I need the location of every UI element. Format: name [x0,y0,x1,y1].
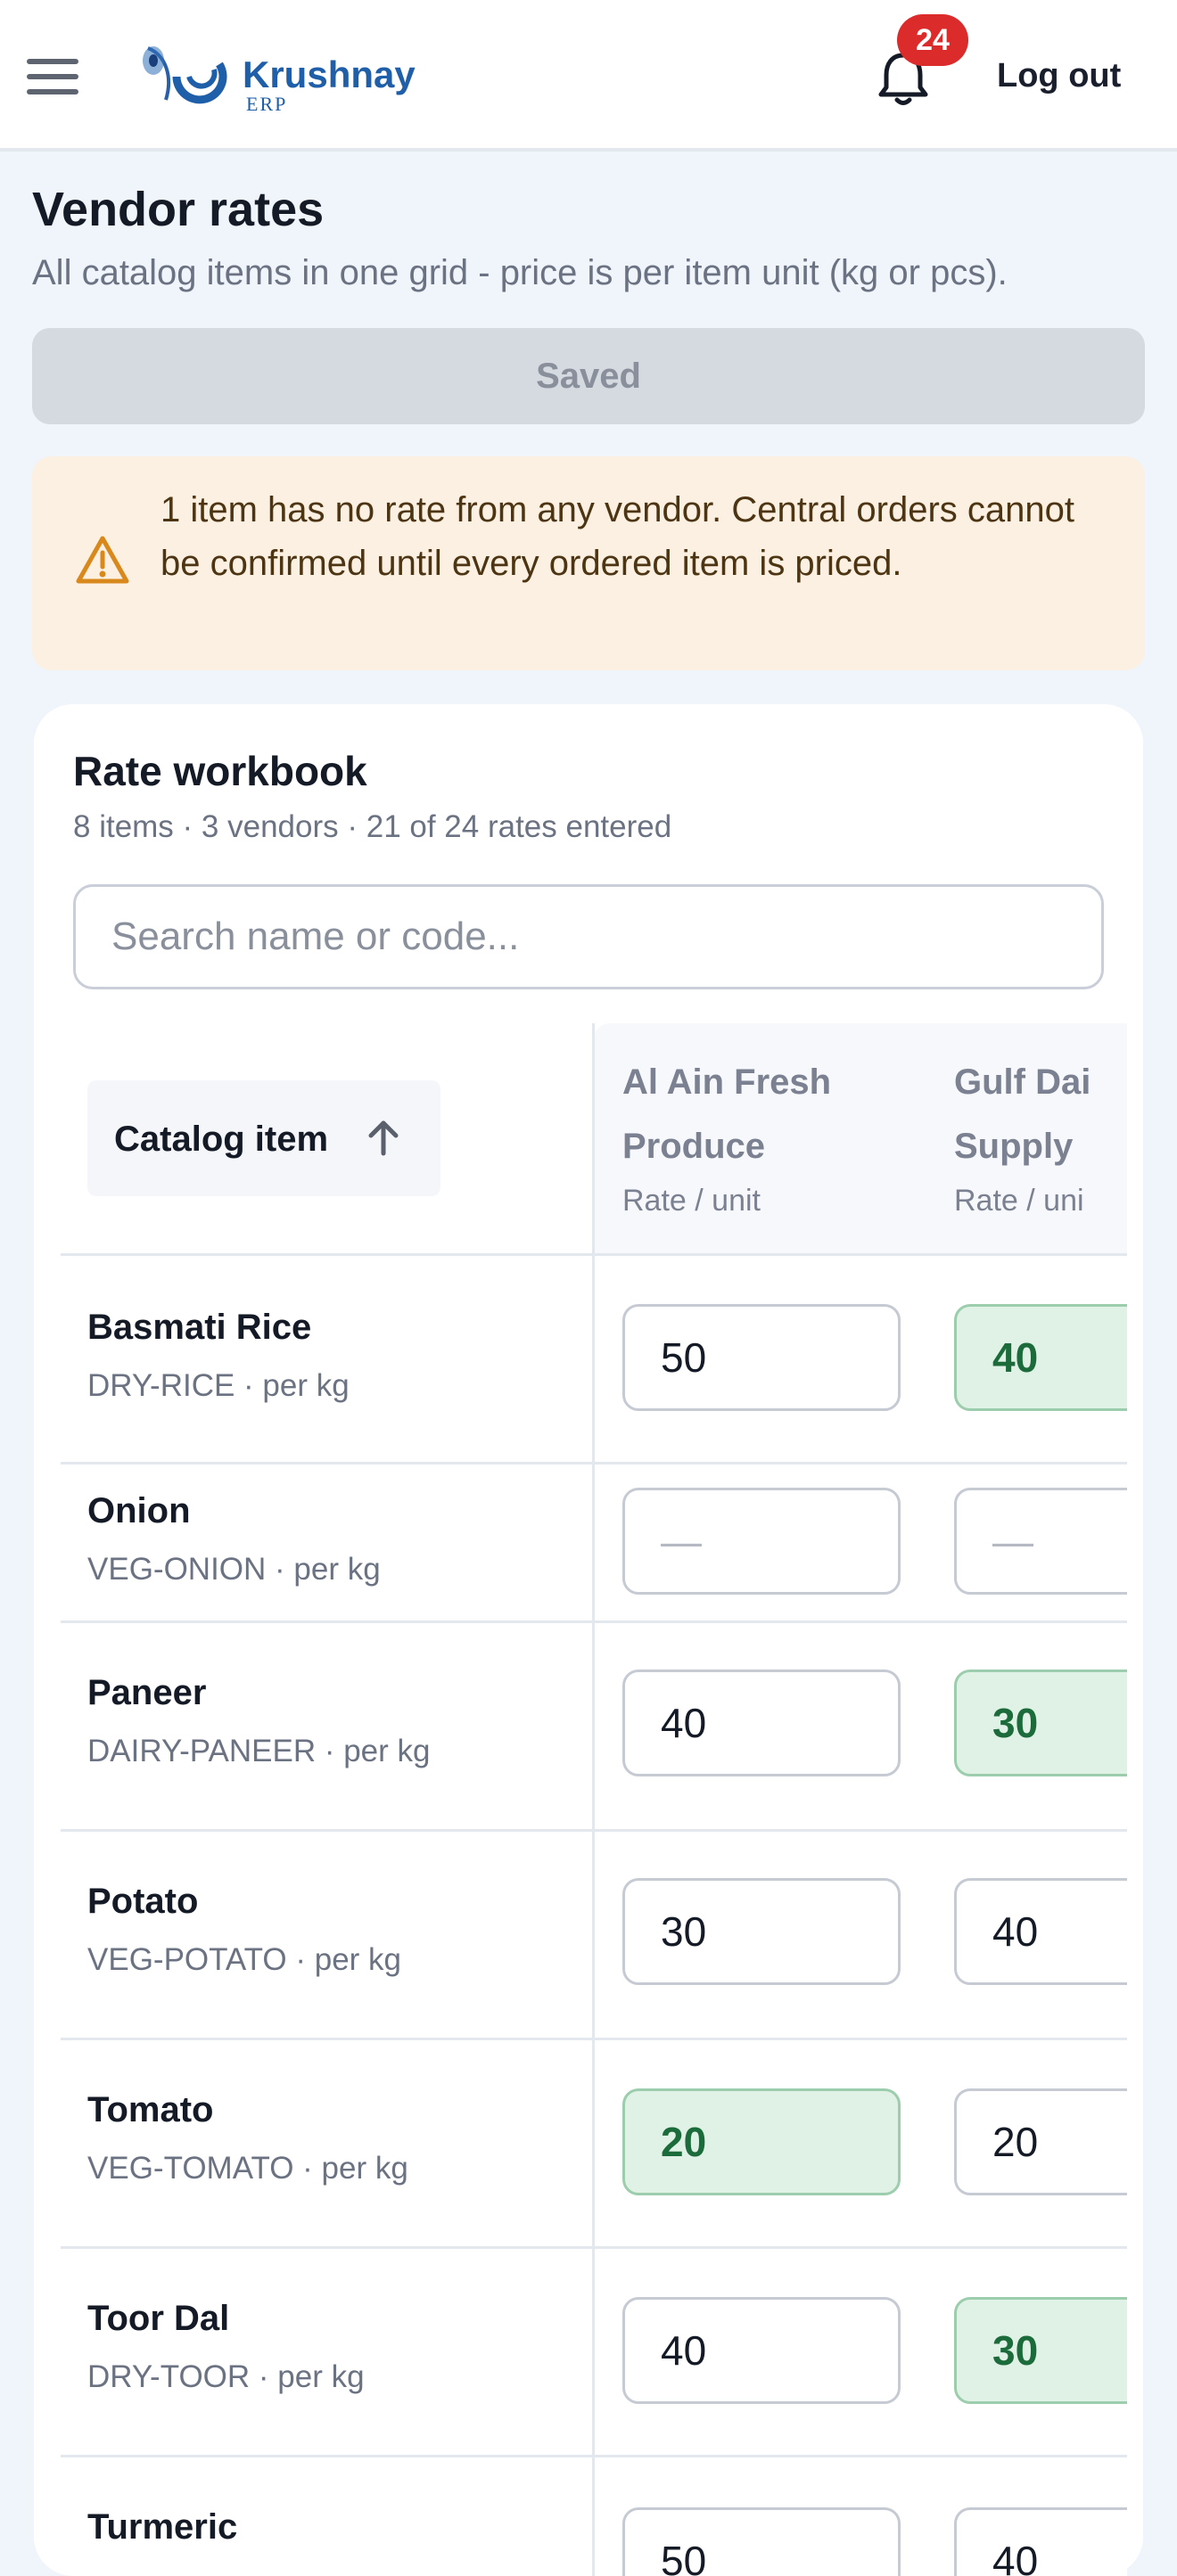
rate-input[interactable]: 40 [622,1669,901,1776]
rate-input-best[interactable]: 20 [622,2088,901,2195]
top-bar: Krushnay ERP 24 Log out [0,0,1177,152]
item-code: VEG-TOMATO · per kg [87,2151,408,2186]
arrow-up-icon [368,1120,399,1156]
rate-input[interactable]: 50 [622,2507,901,2576]
warning-text: 1 item has no rate from any vendor. Cent… [160,490,1074,583]
logo[interactable]: Krushnay ERP [136,37,421,115]
rate-input-best[interactable]: 30 [954,1669,1127,1776]
vendor-unit-label: Rate / unit [622,1184,761,1218]
unpriced-warning: 1 item has no rate from any vendor. Cent… [32,456,1145,670]
page-subtitle: All catalog items in one grid - price is… [32,253,1008,292]
item-name: Onion [87,1491,191,1530]
item-name: Tomato [87,2090,214,2129]
item-name: Basmati Rice [87,1308,312,1347]
rate-input-empty[interactable]: — [954,1488,1127,1595]
vendor-name: Gulf Dai [954,1062,1091,1102]
item-code: VEG-POTATO · per kg [87,1942,402,1977]
table-row: Potato VEG-POTATO · per kg 30 40 [61,1829,1127,2038]
rate-input[interactable]: 50 [622,1304,901,1411]
rate-grid: Catalog item Al Ain Fresh Produce Rate /… [61,1023,1127,2576]
sort-catalog-item-button[interactable]: Catalog item [87,1080,440,1196]
rate-input[interactable]: 20 [954,2088,1127,2195]
rate-input-empty[interactable]: — [622,1488,901,1595]
menu-icon[interactable] [27,59,78,94]
logout-button[interactable]: Log out [997,57,1121,95]
item-code: VEG-ONION · per kg [87,1552,381,1587]
item-name: Turmeric [87,2507,238,2547]
table-row: Basmati Rice DRY-RICE · per kg 50 40 [61,1253,1127,1462]
table-row: Toor Dal DRY-TOOR · per kg 40 30 [61,2246,1127,2455]
search-input[interactable] [73,884,1104,989]
logo-subtitle: ERP [246,93,288,115]
table-row: Paneer DAIRY-PANEER · per kg 40 30 [61,1620,1127,1829]
rate-input[interactable]: 40 [622,2297,901,2404]
vendor-unit-label: Rate / uni [954,1184,1084,1218]
peacock-feather-logo-icon [143,46,227,104]
workbook-title: Rate workbook [73,748,367,794]
rate-input[interactable]: 40 [954,2507,1127,2576]
vendor-name: Al Ain Fresh [622,1062,832,1102]
vendor-header-al-ain: Al Ain Fresh Produce Rate / unit [622,1050,917,1223]
logo-name: Krushnay [243,53,416,95]
rate-input[interactable]: 30 [622,1878,901,1985]
rate-workbook-card: Rate workbook 8 items · 3 vendors · 21 o… [34,704,1143,2576]
item-code: DRY-RICE · per kg [87,1368,350,1403]
table-row: Tomato VEG-TOMATO · per kg 20 20 [61,2038,1127,2246]
rate-input-best[interactable]: 30 [954,2297,1127,2404]
page-title: Vendor rates [32,183,325,236]
item-code: DAIRY-PANEER · per kg [87,1734,431,1768]
rate-input-best[interactable]: 40 [954,1304,1127,1411]
table-row: Turmeric 50 40 [61,2455,1127,2576]
warning-icon [76,536,129,584]
saved-button[interactable]: Saved [32,328,1145,424]
item-name: Toor Dal [87,2299,230,2338]
vendor-header-gulf-dairy: Gulf Dai Supply Rate / uni [954,1050,1127,1223]
item-code: DRY-TOOR · per kg [87,2359,365,2394]
sort-label: Catalog item [114,1120,329,1159]
rate-input[interactable]: 40 [954,1878,1127,1985]
item-name: Paneer [87,1673,207,1712]
notification-badge[interactable]: 24 [897,14,968,66]
vendor-name: Produce [622,1127,766,1166]
table-row: Onion VEG-ONION · per kg — — [61,1462,1127,1620]
workbook-meta: 8 items · 3 vendors · 21 of 24 rates ent… [73,809,672,844]
vendor-name: Supply [954,1127,1074,1166]
item-name: Potato [87,1882,199,1921]
